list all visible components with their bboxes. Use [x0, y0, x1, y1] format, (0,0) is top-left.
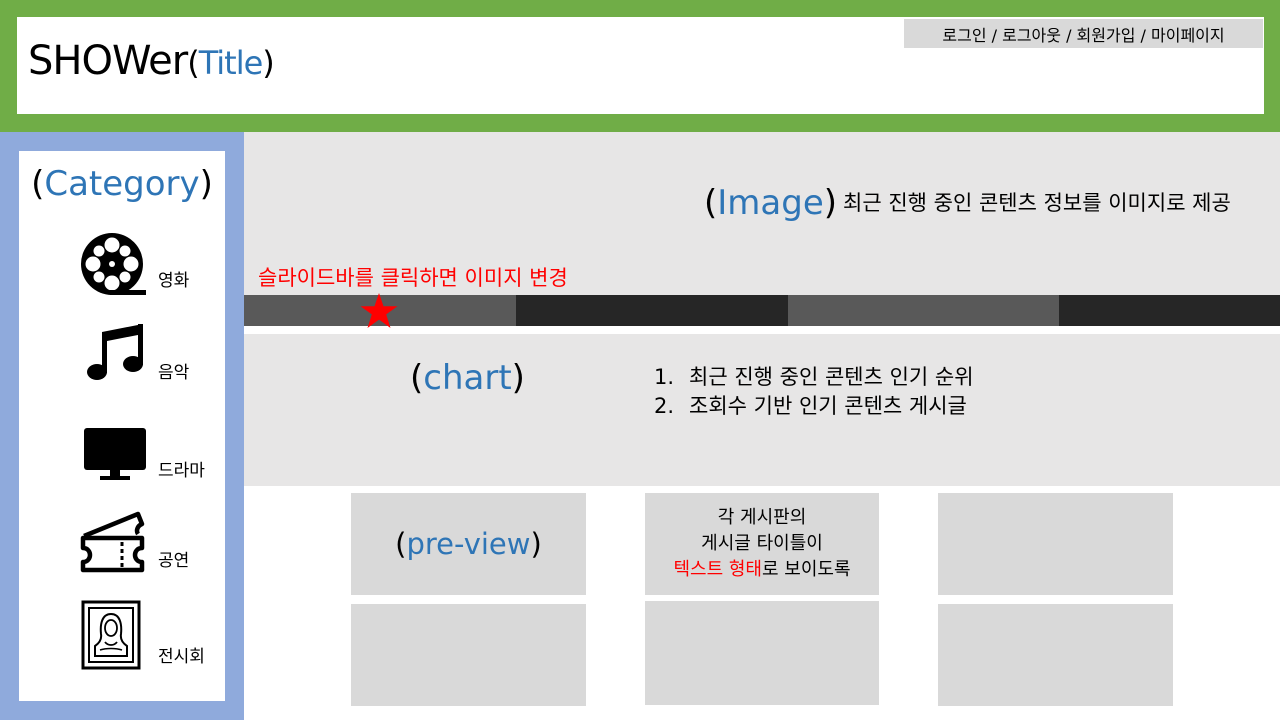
slide-segment-3[interactable] — [788, 295, 1059, 326]
chart-list-number: 2. — [654, 394, 675, 418]
site-title-text: SHOWer — [28, 38, 188, 84]
category-paren-open: ( — [31, 164, 45, 204]
ticket-icon — [80, 511, 145, 573]
category-label-music: 음악 — [158, 363, 190, 383]
category-title: (Category) — [19, 164, 225, 204]
image-label: (Image) 최근 진행 중인 콘텐츠 정보를 이미지로 제공 — [704, 183, 1231, 223]
image-paren-close: ) — [823, 183, 838, 223]
slide-marker-star-icon — [360, 293, 398, 328]
category-placeholder: Category — [44, 164, 200, 204]
auth-links[interactable]: 로그인 / 로그아웃 / 회원가입 / 마이페이지 — [904, 19, 1263, 48]
image-paren-open: ( — [704, 183, 718, 223]
preview-note-line: 게시글 타이틀이 — [701, 533, 823, 554]
chart-list-item: 1. 최근 진행 중인 콘텐츠 인기 순위 — [654, 363, 974, 392]
preview-note-line: 텍스트 형태로 보이도록 — [673, 557, 850, 583]
chart-list-text: 조회수 기반 인기 콘텐츠 게시글 — [689, 394, 967, 418]
chart-paren-open: ( — [410, 358, 424, 398]
image-placeholder: Image — [717, 183, 824, 223]
framed-portrait-icon — [81, 600, 141, 670]
chart-list-item: 2. 조회수 기반 인기 콘텐츠 게시글 — [654, 392, 974, 421]
category-item-drama[interactable]: 드라마 — [80, 426, 220, 496]
category-label-exhibition: 전시회 — [158, 647, 205, 667]
preview-paren-close: ) — [530, 527, 542, 561]
preview-note-rest: 로 보이도록 — [762, 559, 851, 580]
chart-list-text: 최근 진행 중인 콘텐츠 인기 순위 — [689, 365, 974, 389]
category-item-exhibition[interactable]: 전시회 — [80, 600, 220, 670]
category-item-movie[interactable]: 영화 — [80, 232, 220, 302]
film-reel-icon — [81, 233, 146, 295]
preview-note-line: 각 게시판의 — [717, 507, 807, 528]
chart-list-number: 1. — [654, 365, 675, 389]
chart-placeholder: chart — [423, 358, 512, 398]
category-paren-close: ) — [199, 164, 213, 204]
category-item-music[interactable]: 음악 — [80, 322, 220, 392]
chart-label: (chart) — [410, 358, 525, 398]
preview-card[interactable] — [351, 604, 586, 706]
category-label-movie: 영화 — [158, 271, 190, 291]
music-note-icon — [87, 324, 143, 380]
preview-note-highlight: 텍스트 형태 — [673, 559, 762, 580]
title-paren-close: ) — [262, 44, 275, 82]
chart-paren-close: ) — [511, 358, 525, 398]
slidebar-note: 슬라이드바를 클릭하면 이미지 변경 — [258, 266, 568, 290]
image-description: 최근 진행 중인 콘텐츠 정보를 이미지로 제공 — [843, 191, 1231, 215]
category-label-performance: 공연 — [158, 551, 190, 571]
title-placeholder: Title — [198, 44, 264, 82]
monitor-icon — [84, 428, 146, 480]
preview-card[interactable]: 각 게시판의 게시글 타이틀이 텍스트 형태로 보이도록 — [645, 493, 879, 595]
preview-card[interactable] — [938, 493, 1173, 595]
preview-paren-open: ( — [395, 527, 407, 561]
category-item-performance[interactable]: 공연 — [80, 506, 220, 576]
preview-placeholder: pre-view — [406, 527, 531, 561]
preview-card[interactable] — [645, 601, 879, 705]
chart-list: 1. 최근 진행 중인 콘텐츠 인기 순위 2. 조회수 기반 인기 콘텐츠 게시글 — [654, 363, 974, 421]
slide-segment-4[interactable] — [1059, 295, 1280, 326]
category-label-drama: 드라마 — [158, 461, 205, 481]
title-paren-open: ( — [187, 44, 200, 82]
site-title[interactable]: SHOWer(Title) — [28, 38, 275, 84]
preview-card[interactable] — [938, 604, 1173, 706]
slide-segment-2[interactable] — [516, 295, 788, 326]
preview-card[interactable]: (pre-view) — [351, 493, 586, 595]
image-slidebar[interactable] — [244, 295, 1280, 326]
